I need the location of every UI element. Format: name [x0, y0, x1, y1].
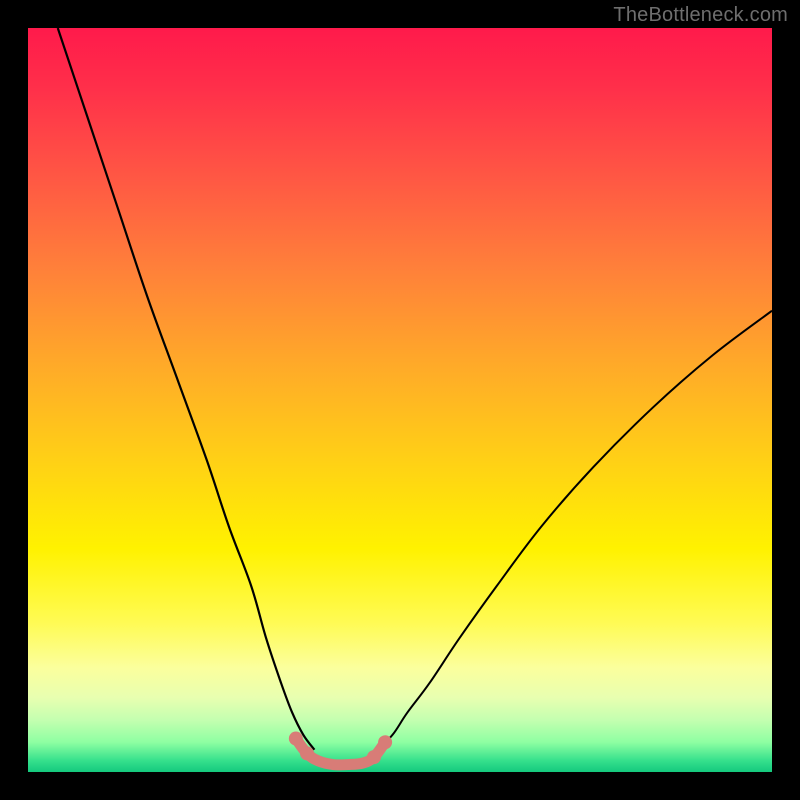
left-curve — [58, 28, 315, 750]
plot-area — [28, 28, 772, 772]
accent-marker — [378, 735, 392, 749]
curve-overlay — [28, 28, 772, 772]
right-curve — [378, 311, 772, 750]
watermark-text: TheBottleneck.com — [613, 4, 788, 27]
accent-marker — [300, 746, 314, 760]
chart-frame: TheBottleneck.com — [0, 0, 800, 800]
accent-marker — [367, 750, 381, 764]
accent-marker — [289, 732, 303, 746]
